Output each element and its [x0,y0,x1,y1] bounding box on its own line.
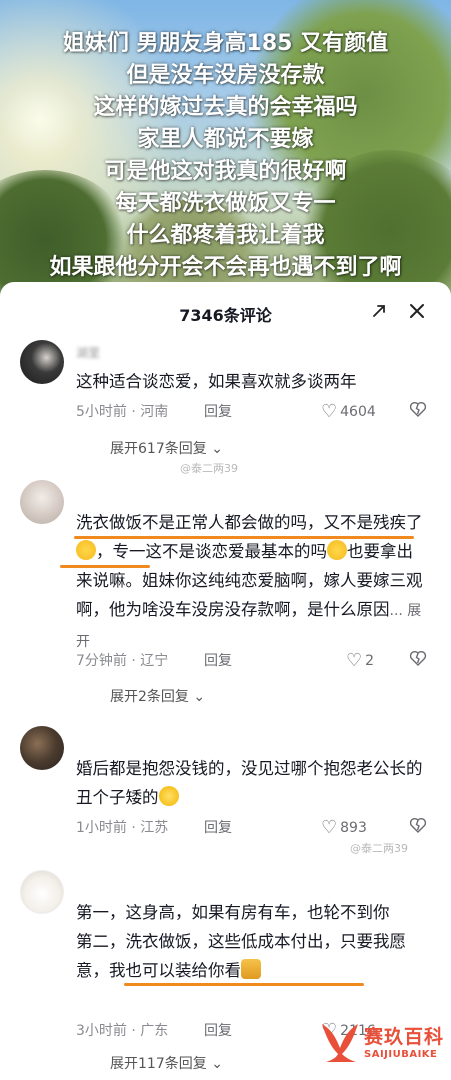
comment-text: 洗衣做饭不是正常人都会做的吗，又不是残疾了，专一这不是谈恋爱最基本的吗 也要拿出来… [76,508,428,657]
comment-text-part: 第一，这身高，如果有房有车，也轮不到你 [76,903,390,922]
comment-text-part: 婚后都是抱怨没钱的，没见过哪个抱怨老公长的丑个子矮的 [76,759,423,807]
cheer-emoji-icon [76,540,96,560]
like-button[interactable]: ♡ 4604 [321,401,376,422]
heart-icon: ♡ [321,401,338,422]
like-count: 2 [365,652,375,669]
comment-time-location: 1小时前 · 江苏 [76,820,169,836]
comment-item: 洗衣做饭不是正常人都会做的吗，又不是残疾了，专一这不是谈恋爱最基本的吗 也要拿出来… [0,480,451,710]
dislike-icon[interactable] [409,400,427,423]
expand-replies-button[interactable]: 展开617条回复 ⌄ [110,438,223,458]
like-button[interactable]: ♡ 893 [321,817,367,838]
watermark: @泰二两39 [350,842,408,855]
watermark: @泰二两39 [180,462,238,475]
caption-line: 这样的嫁过去真的会幸福吗 [93,95,358,120]
smirk-emoji-icon [241,959,261,979]
reply-button[interactable]: 回复 [204,817,232,837]
comment-text-part: ，专一这不是谈恋爱最基本的吗 [96,542,327,561]
brand-watermark: 赛玖百科 SAIJIUBAIKE [318,1016,448,1072]
caption-line: 姐妹们 男朋友身高185 又有颜值 [62,31,389,56]
comment-meta: 1小时前 · 江苏 回复 ♡ 893 [76,817,428,839]
comment-item: 婚后都是抱怨没钱的，没见过哪个抱怨老公长的丑个子矮的 1小时前 · 江苏 回复 … [0,726,451,846]
avatar[interactable] [20,480,64,524]
laughing-emoji-icon [158,786,179,806]
reply-button[interactable]: 回复 [204,650,232,670]
caption-line: 什么都疼着我让着我 [126,223,325,248]
expand-replies-button[interactable]: 展开2条回复 ⌄ [110,686,205,706]
caption-line: 每天都洗衣做饭又专一 [115,191,336,216]
expand-replies-label: 展开2条回复 [110,689,189,705]
reply-button[interactable]: 回复 [204,401,232,421]
comment-time-location: 7分钟前 · 辽宁 [76,653,169,669]
chevron-down-icon: ⌄ [193,689,206,705]
comment-meta: 7分钟前 · 辽宁 回复 ♡ 2 [76,650,428,672]
heart-icon: ♡ [346,650,363,671]
cheer-emoji-icon [327,540,347,560]
highlight-underline [74,536,414,539]
like-button[interactable]: ♡ 2 [346,650,374,671]
chevron-down-icon: ⌄ [211,1056,223,1072]
comment-text: 婚后都是抱怨没钱的，没见过哪个抱怨老公长的丑个子矮的 [76,754,428,812]
close-icon[interactable] [404,298,430,324]
video-background: 姐妹们 男朋友身高185 又有颜值 但是没车没房没存款 这样的嫁过去真的会幸福吗… [0,0,451,300]
like-count: 4604 [340,403,376,420]
expand-replies-label: 展开117条回复 [110,1056,207,1072]
avatar[interactable] [20,340,64,384]
comment-text: 这种适合谈恋爱，如果喜欢就多谈两年 [76,372,357,391]
caption-line: 但是没车没房没存款 [126,63,325,88]
heart-icon: ♡ [321,817,338,838]
expand-replies-button[interactable]: 展开117条回复 ⌄ [110,1053,223,1073]
highlight-underline [124,983,364,986]
expand-replies-label: 展开617条回复 [110,441,207,457]
sheet-header: 7346条评论 [0,282,451,340]
brand-subtitle: SAIJIUBAIKE [364,1049,438,1060]
caption-line: 家里人都说不要嫁 [137,127,314,152]
brand-name: 赛玖百科 [364,1026,445,1048]
highlighted-text: 洗衣做饭不是正常人都会做的吗，又不是 [76,513,373,532]
caption-line: 如果跟他分开会不会再也遇不到了啊 [49,255,402,280]
comment-time-location: 3小时前 · 广东 [76,1023,169,1039]
highlighted-text: 残疾了 [373,513,423,532]
comment-meta: 5小时前 · 河南 回复 ♡ 4604 [76,401,428,423]
caption-line: 可是他这对我真的很好啊 [104,159,347,184]
avatar[interactable] [20,726,64,770]
comment-item: 湖里 这种适合谈恋爱，如果喜欢就多谈两年 5小时前 · 河南 回复 ♡ 4604 … [0,340,451,470]
comment-username[interactable]: 湖里 [76,344,100,361]
reply-button[interactable]: 回复 [204,1020,232,1040]
dislike-icon[interactable] [409,816,427,839]
comment-text: 第一，这身高，如果有房有车，也轮不到你 第二，洗衣做饭，这些低成本付出，只要我愿… [76,898,428,985]
dislike-icon[interactable] [409,649,427,672]
chevron-down-icon: ⌄ [211,441,223,457]
comment-time-location: 5小时前 · 河南 [76,404,169,420]
brand-logo-icon [322,1024,358,1062]
highlight-underline [60,565,150,568]
expand-icon[interactable] [366,298,392,324]
avatar[interactable] [20,870,64,914]
video-caption: 姐妹们 男朋友身高185 又有颜值 但是没车没房没存款 这样的嫁过去真的会幸福吗… [0,28,451,284]
like-count: 893 [340,819,367,836]
